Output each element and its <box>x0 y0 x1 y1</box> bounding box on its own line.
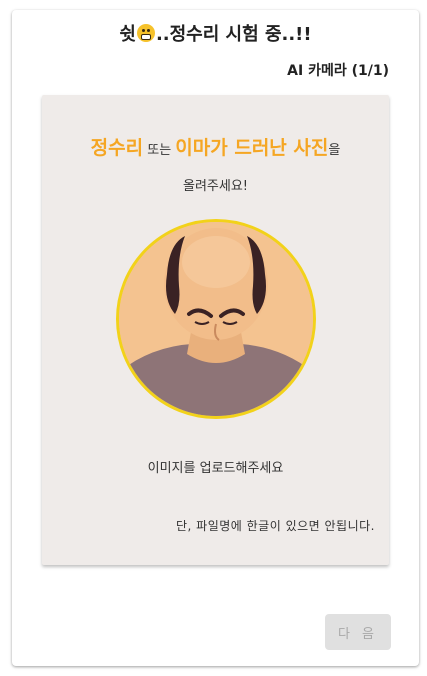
headline-part1: 정수리 <box>90 137 144 159</box>
main-card: 쉿 ..정수리 시험 중..!! AI 카메라 (1/1) 정수리 또는 이마가… <box>12 10 419 666</box>
bald-head-illustration[interactable] <box>116 219 316 419</box>
next-button[interactable]: 다 음 <box>325 614 391 650</box>
image-upload-area[interactable]: 정수리 또는 이마가 드러난 사진을 올려주세요! 이미지를 업로드해주세요 단… <box>42 95 389 565</box>
title-prefix: 쉿 <box>119 24 136 45</box>
upload-prompt: 이미지를 업로드해주세요 <box>147 461 284 476</box>
grimace-emoji-icon <box>136 24 155 42</box>
headline-connector: 또는 <box>143 143 176 158</box>
page-title: 쉿 ..정수리 시험 중..!! <box>12 20 419 46</box>
title-suffix: ..정수리 시험 중..!! <box>155 24 312 45</box>
upload-subline: 올려주세요! <box>182 179 248 194</box>
filename-note: 단, 파일명에 한글이 있으면 안됩니다. <box>176 519 375 533</box>
camera-step-label: AI 카메라 (1/1) <box>287 63 389 79</box>
headline-part2: 이마가 드러난 사진 <box>175 137 329 159</box>
headline-tail: 을 <box>328 143 341 158</box>
upload-headline: 정수리 또는 이마가 드러난 사진을 <box>42 133 389 160</box>
